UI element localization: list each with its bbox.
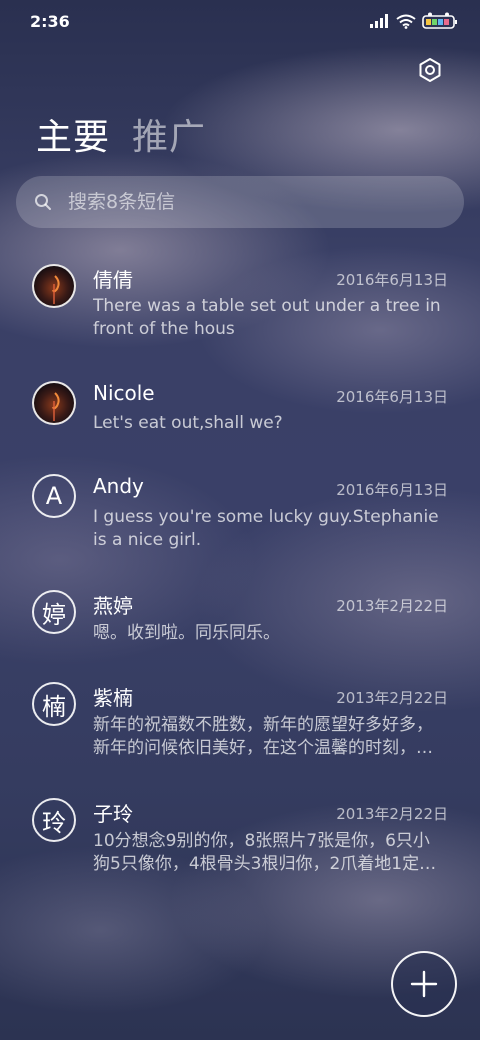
avatar: 婷 (32, 590, 76, 634)
wifi-icon (396, 14, 416, 29)
message-preview: 嗯。收到啦。同乐同乐。 (93, 623, 280, 643)
conversation-item[interactable]: 楠 紫楠 2013年2月22日 新年的祝福数不胜数，新年的愿望好多好多，新年的问… (0, 680, 480, 780)
avatar (32, 381, 76, 425)
search-bar[interactable] (16, 176, 464, 228)
status-icons (370, 12, 458, 30)
tabs: 主要 推广 (36, 108, 206, 160)
avatar-photo (52, 392, 60, 421)
message-date: 2016年6月13日 (336, 388, 448, 406)
avatar: A (32, 474, 76, 518)
contact-name: Andy (93, 474, 144, 498)
conversation-item[interactable]: 玲 子玲 2013年2月22日 10分想念9别的你，8张照片7张是你，6只小狗5… (0, 796, 480, 896)
contact-name: 倩倩 (93, 268, 133, 292)
conversation-item[interactable]: A Andy 2016年6月13日 I guess you're some lu… (0, 472, 480, 572)
new-message-button[interactable] (391, 951, 457, 1017)
settings-button[interactable] (416, 56, 444, 84)
message-date: 2016年6月13日 (336, 481, 448, 499)
message-preview: There was a table set out under a tree i… (93, 296, 441, 339)
message-date: 2013年2月22日 (336, 805, 448, 823)
settings-gear-icon (419, 58, 441, 82)
plus-icon (410, 970, 438, 998)
contact-name: Nicole (93, 381, 155, 405)
conversation-item[interactable]: Nicole 2016年6月13日 Let's eat out,shall we… (0, 377, 480, 457)
battery-icon (422, 12, 457, 29)
message-preview: I guess you're some lucky guy.Stephanie … (93, 507, 439, 550)
message-preview: 10分想念9别的你，8张照片7张是你，6只小狗5只像你，4根骨头3根归你，2爪着… (93, 831, 437, 874)
contact-name: 子玲 (93, 802, 133, 826)
avatar: 楠 (32, 682, 76, 726)
message-date: 2016年6月13日 (336, 271, 448, 289)
message-preview: Let's eat out,shall we? (93, 413, 283, 433)
status-bar: 2:36 (0, 0, 480, 40)
tab-promotions[interactable]: 推广 (132, 108, 206, 160)
conversation-item[interactable]: 倩倩 2016年6月13日 There was a table set out … (0, 260, 480, 360)
contact-name: 燕婷 (93, 594, 133, 618)
message-preview: 新年的祝福数不胜数，新年的愿望好多好多，新年的问候依旧美好，在这个温馨的时刻，… (93, 715, 433, 758)
tab-main[interactable]: 主要 (36, 108, 110, 160)
signal-icon (370, 14, 388, 28)
message-date: 2013年2月22日 (336, 689, 448, 707)
search-input[interactable] (66, 190, 430, 214)
message-date: 2013年2月22日 (336, 597, 448, 615)
avatar: 玲 (32, 798, 76, 842)
conversation-item[interactable]: 婷 燕婷 2013年2月22日 嗯。收到啦。同乐同乐。 (0, 588, 480, 668)
search-icon (35, 194, 51, 210)
contact-name: 紫楠 (93, 686, 133, 710)
avatar (32, 264, 76, 308)
avatar-photo (52, 275, 60, 304)
status-time: 2:36 (30, 12, 70, 31)
